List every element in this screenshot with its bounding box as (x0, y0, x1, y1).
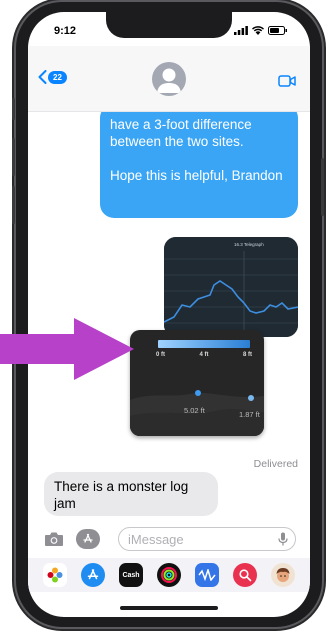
conversation-header: 22 (28, 46, 310, 112)
delivered-status: Delivered (253, 458, 298, 470)
cash-label: Cash (122, 571, 140, 579)
magnifier-icon (239, 569, 252, 582)
cash-app-icon[interactable]: Cash (119, 563, 143, 587)
volume-down-button (12, 186, 15, 224)
microphone-icon (278, 532, 288, 546)
app-store-icon (83, 533, 93, 543)
gauge-marker (248, 395, 254, 401)
graph-title: 16.3 Telegraph (234, 242, 264, 247)
outgoing-message-bubble[interactable]: have a 3-foot difference between the two… (100, 112, 298, 218)
person-silhouette-icon (157, 68, 181, 93)
imessage-app-drawer: Cash (28, 558, 310, 592)
images-search-app-icon[interactable] (233, 563, 257, 587)
battery-icon (268, 26, 287, 35)
annotation-arrow-icon (0, 318, 134, 380)
power-button (321, 158, 324, 216)
home-indicator (120, 606, 218, 610)
message-paragraph: Hope this is helpful, Brandon (110, 168, 283, 183)
status-time: 9:12 (54, 25, 77, 37)
unread-count-badge: 22 (48, 70, 67, 84)
graph-image: 16.3 Telegraph (164, 237, 298, 337)
music-app-icon[interactable] (195, 563, 219, 587)
gauge-terrain (130, 393, 264, 436)
gauge-value: 1.87 ft (239, 410, 260, 419)
incoming-message-bubble[interactable]: There is a monster log jam (44, 472, 218, 516)
status-icons (234, 26, 288, 35)
camera-button[interactable] (44, 531, 64, 552)
camera-icon (45, 532, 63, 546)
photos-app-icon[interactable] (43, 563, 67, 587)
app-store-button[interactable] (76, 529, 100, 549)
wifi-icon (252, 26, 264, 35)
chevron-left-icon (38, 70, 47, 84)
memoji-face-icon (276, 568, 290, 582)
back-button[interactable]: 22 (38, 70, 67, 84)
dictation-button[interactable] (278, 532, 288, 551)
phone-screen: 9:12 22 have a 3-foot difference between… (28, 12, 310, 617)
video-camera-icon (278, 75, 296, 87)
memoji-app-icon[interactable] (271, 563, 295, 587)
app-store-app-icon[interactable] (81, 563, 105, 587)
gauge-image-attachment[interactable]: 0 ft 4 ft 8 ft 5.02 ft 1.87 ft (130, 330, 264, 436)
waveform-icon (198, 569, 216, 581)
composer-row (28, 524, 310, 556)
gauge-value: 5.02 ft (184, 406, 205, 415)
activity-rings-icon (161, 567, 177, 583)
silent-switch (12, 98, 15, 120)
gauge-marker (195, 390, 201, 396)
contact-avatar[interactable] (152, 62, 186, 96)
signal-icon (234, 26, 248, 35)
graph-image-attachment[interactable]: 16.3 Telegraph (164, 237, 298, 337)
message-input[interactable] (118, 527, 296, 551)
fitness-app-icon[interactable] (157, 563, 181, 587)
message-paragraph: have a 3-foot difference between the two… (110, 117, 252, 149)
notch (106, 12, 232, 38)
app-store-glyph-icon (87, 569, 99, 580)
photos-flower-icon (47, 567, 63, 583)
video-call-button[interactable] (278, 74, 296, 92)
volume-up-button (12, 138, 15, 176)
